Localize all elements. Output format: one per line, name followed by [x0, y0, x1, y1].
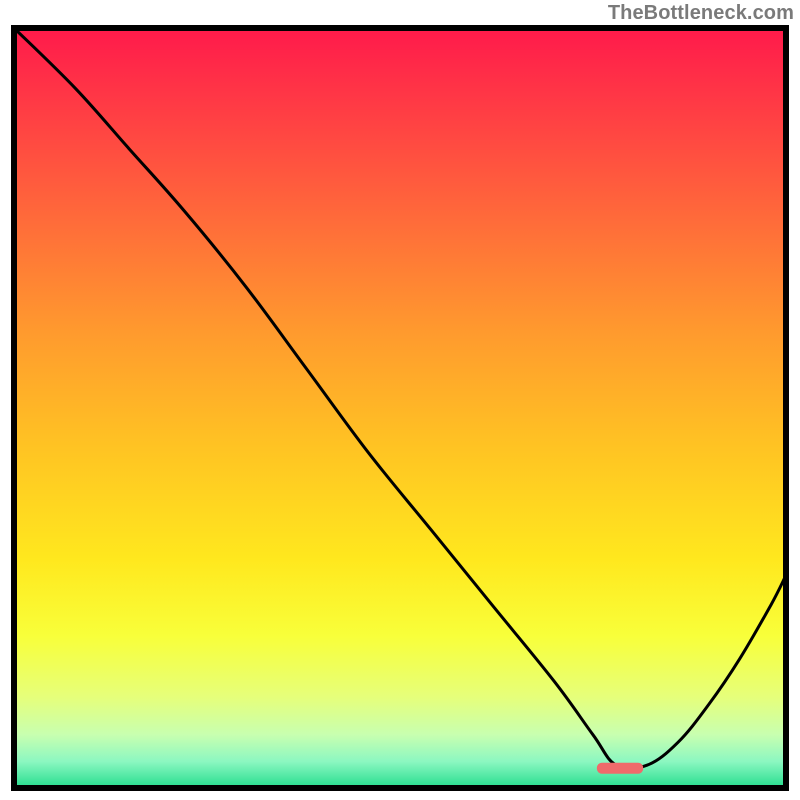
- optimum-marker: [597, 763, 643, 774]
- plot-area: [14, 28, 786, 788]
- chart-stage: TheBottleneck.com: [0, 0, 800, 800]
- watermark-text: TheBottleneck.com: [608, 2, 794, 25]
- bottleneck-chart: [0, 0, 800, 800]
- gradient-background: [14, 28, 786, 788]
